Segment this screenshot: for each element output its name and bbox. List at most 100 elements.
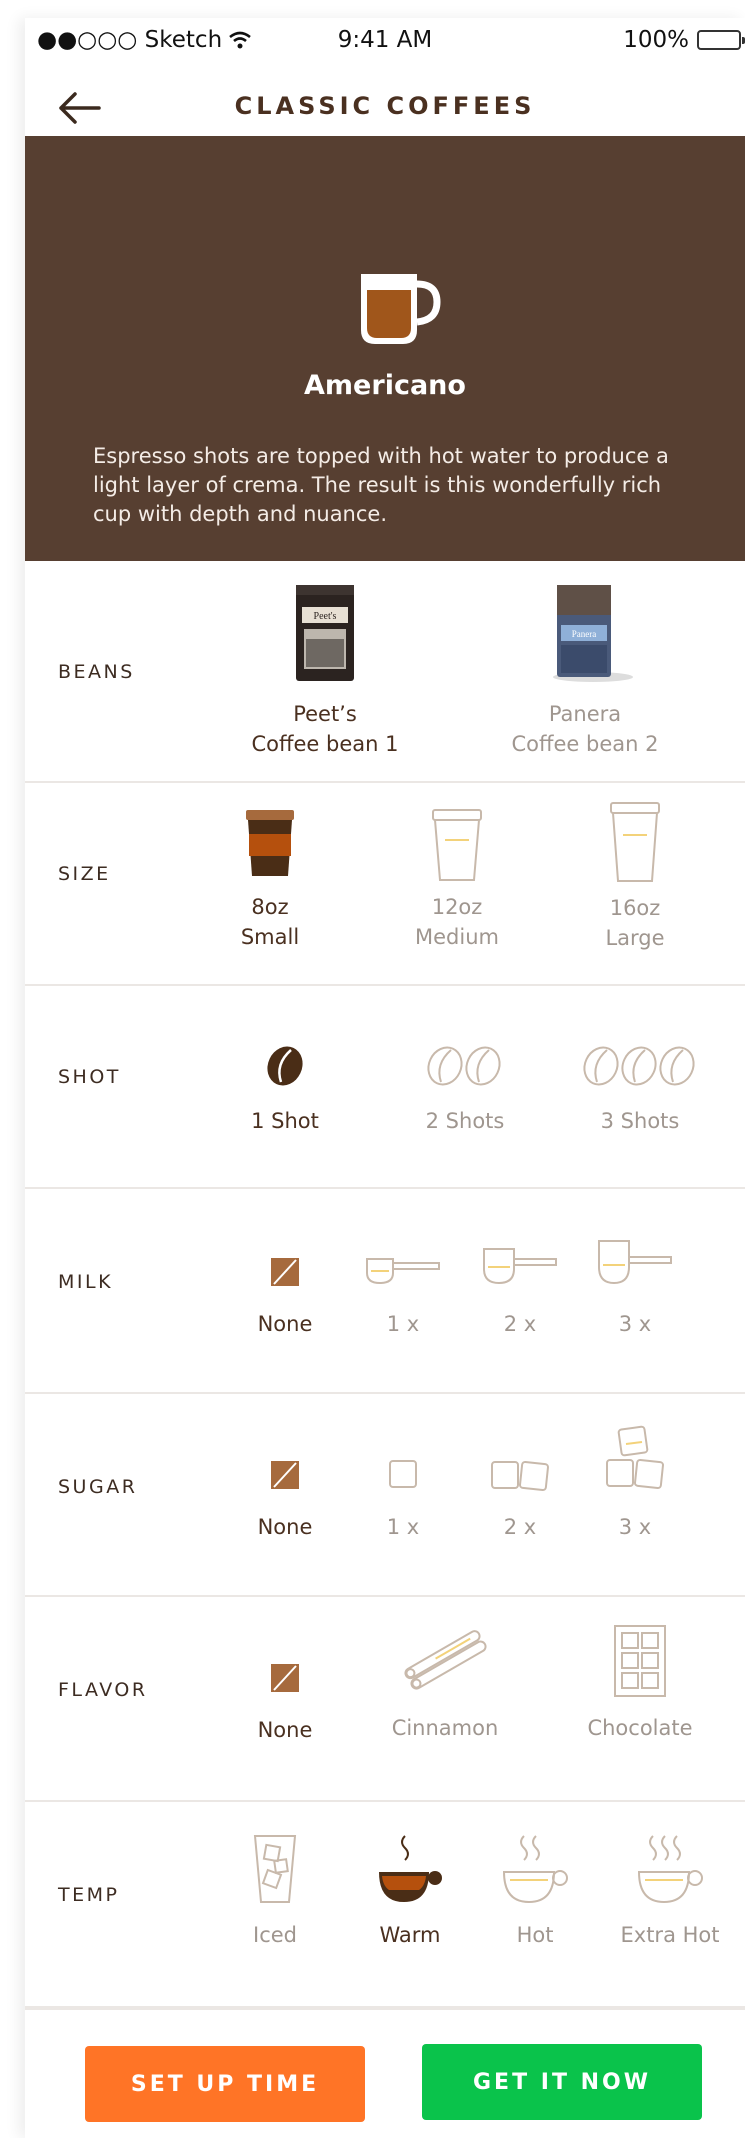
temp-label: TEMP — [58, 1884, 120, 1906]
measuring-scoop-medium-icon — [483, 1248, 557, 1285]
set-up-time-button[interactable]: SET UP TIME — [85, 2046, 365, 2122]
temp-option-iced-label: Iced — [253, 1923, 297, 1947]
temp-row: TEMP Iced Warm Hot Extra Hot — [25, 1802, 745, 2008]
coffee-mug-icon — [361, 274, 441, 344]
sugar-option-none-label: None — [257, 1515, 313, 1539]
two-sugar-cubes-icon — [491, 1461, 549, 1491]
cinnamon-sticks-icon — [404, 1630, 487, 1690]
size-option-small[interactable]: 8oz Small — [210, 808, 330, 952]
coffee-bean-icon — [267, 1046, 303, 1086]
temp-option-warm-label: Warm — [379, 1923, 441, 1947]
beans-row: BEANS Peet's Peet’s Coffee bean 1 Panera… — [25, 561, 745, 783]
sugar-option-2x[interactable]: 2 x — [470, 1458, 570, 1542]
size-option-medium-oz: 12oz — [431, 895, 483, 919]
three-beans-icon — [583, 1046, 695, 1086]
peets-coffee-bag-icon: Peet's — [296, 585, 354, 681]
flavor-row: FLAVOR None Cinnamon Chocolate — [25, 1597, 745, 1802]
milk-option-none-label: None — [257, 1312, 313, 1336]
flavor-option-none-label: None — [257, 1718, 313, 1742]
bean-option-peets[interactable]: Peet's Peet’s Coffee bean 1 — [220, 581, 430, 759]
sugar-option-2x-label: 2 x — [503, 1515, 537, 1539]
sugar-option-3x-label: 3 x — [618, 1515, 652, 1539]
shot-option-3[interactable]: 3 Shots — [565, 1044, 715, 1136]
temp-option-hot[interactable]: Hot — [475, 1832, 595, 1950]
milk-option-3x-label: 3 x — [618, 1312, 652, 1336]
milk-option-2x-label: 2 x — [503, 1312, 537, 1336]
sugar-option-3x[interactable]: 3 x — [585, 1424, 685, 1542]
sugar-row: SUGAR None 1 x 2 x 3 x — [25, 1394, 745, 1597]
iced-glass-icon — [253, 1835, 297, 1903]
size-option-medium-name: Medium — [415, 925, 499, 949]
measuring-scoop-large-icon — [598, 1240, 672, 1285]
size-option-medium[interactable]: 12oz Medium — [387, 808, 527, 952]
flavor-option-none[interactable]: None — [230, 1663, 340, 1745]
sugar-label: SUGAR — [58, 1476, 138, 1498]
action-bar: SET UP TIME GET IT NOW — [25, 2008, 745, 2138]
shot-option-1[interactable]: 1 Shot — [230, 1044, 340, 1136]
flavor-label: FLAVOR — [58, 1679, 148, 1701]
extra-hot-cup-icon — [637, 1835, 703, 1904]
sugar-cube-icon — [389, 1460, 417, 1488]
warm-cup-icon — [379, 1835, 442, 1902]
flavor-option-cinnamon-label: Cinnamon — [391, 1716, 499, 1740]
svg-text:Panera: Panera — [572, 629, 597, 639]
shot-option-1-label: 1 Shot — [251, 1109, 319, 1133]
bean-option-peets-name: Peet’s — [293, 702, 357, 726]
shot-option-3-label: 3 Shots — [600, 1109, 680, 1133]
temp-option-warm[interactable]: Warm — [350, 1832, 470, 1950]
bean-option-panera[interactable]: Panera Panera Coffee bean 2 — [480, 581, 690, 759]
status-bar: ●●○○○ Sketch 9:41 AM 100% — [25, 18, 745, 62]
drink-name: Americano — [304, 370, 466, 401]
page-title: CLASSIC COFFEES — [234, 92, 536, 120]
phone-screen: ●●○○○ Sketch 9:41 AM 100% CLASSIC COFFEE… — [25, 18, 745, 2138]
temp-option-hot-label: Hot — [516, 1923, 554, 1947]
milk-option-1x[interactable]: 1 x — [353, 1251, 453, 1339]
size-label: SIZE — [58, 863, 111, 885]
none-slash-icon — [271, 1664, 299, 1692]
flavor-option-chocolate[interactable]: Chocolate — [565, 1623, 715, 1743]
bean-option-peets-desc: Coffee bean 1 — [251, 732, 399, 756]
battery-status: 100% — [623, 27, 745, 53]
bean-option-panera-name: Panera — [548, 702, 622, 726]
shot-option-2-label: 2 Shots — [425, 1109, 505, 1133]
none-slash-icon — [271, 1461, 299, 1489]
shot-label: SHOT — [58, 1066, 121, 1088]
hero-banner: Americano Espresso shots are topped with… — [25, 136, 745, 561]
flavor-option-chocolate-label: Chocolate — [587, 1716, 693, 1740]
shot-option-2[interactable]: 2 Shots — [395, 1044, 535, 1136]
milk-option-3x[interactable]: 3 x — [585, 1239, 685, 1339]
small-cup-icon — [246, 810, 294, 876]
panera-coffee-bag-icon: Panera — [553, 585, 633, 682]
three-sugar-cubes-icon — [606, 1425, 664, 1489]
none-slash-icon — [271, 1258, 299, 1286]
measuring-scoop-icon — [366, 1258, 440, 1285]
milk-option-1x-label: 1 x — [386, 1312, 420, 1336]
beans-label: BEANS — [58, 661, 135, 683]
get-it-now-button[interactable]: GET IT NOW — [422, 2044, 702, 2120]
temp-option-iced[interactable]: Iced — [220, 1832, 330, 1950]
hot-cup-icon — [502, 1835, 568, 1904]
flavor-option-cinnamon[interactable]: Cinnamon — [370, 1623, 520, 1743]
shot-row: SHOT 1 Shot 2 Shots 3 Shots — [25, 986, 745, 1189]
size-option-small-oz: 8oz — [251, 895, 289, 919]
sugar-option-1x[interactable]: 1 x — [353, 1458, 453, 1542]
size-option-small-name: Small — [240, 925, 300, 949]
chocolate-bar-icon — [614, 1625, 666, 1697]
milk-row: MILK None 1 x 2 x 3 x — [25, 1189, 745, 1394]
temp-option-extra-hot-label: Extra Hot — [620, 1923, 720, 1947]
milk-option-2x[interactable]: 2 x — [470, 1245, 570, 1339]
temp-option-extra-hot[interactable]: Extra Hot — [595, 1832, 745, 1950]
drink-description: Espresso shots are topped with hot water… — [93, 444, 669, 526]
two-beans-icon — [427, 1046, 501, 1086]
svg-text:Peet's: Peet's — [314, 611, 337, 622]
size-row: SIZE 8oz Small 12oz Medium 16oz Large — [25, 783, 745, 986]
large-cup-icon — [610, 802, 660, 882]
size-option-large-name: Large — [605, 926, 665, 950]
milk-option-none[interactable]: None — [230, 1257, 340, 1339]
bean-option-panera-desc: Coffee bean 2 — [511, 732, 659, 756]
sugar-option-1x-label: 1 x — [386, 1515, 420, 1539]
battery-icon — [697, 30, 745, 50]
battery-percent: 100% — [623, 27, 689, 53]
sugar-option-none[interactable]: None — [230, 1460, 340, 1542]
size-option-large[interactable]: 16oz Large — [565, 801, 705, 953]
